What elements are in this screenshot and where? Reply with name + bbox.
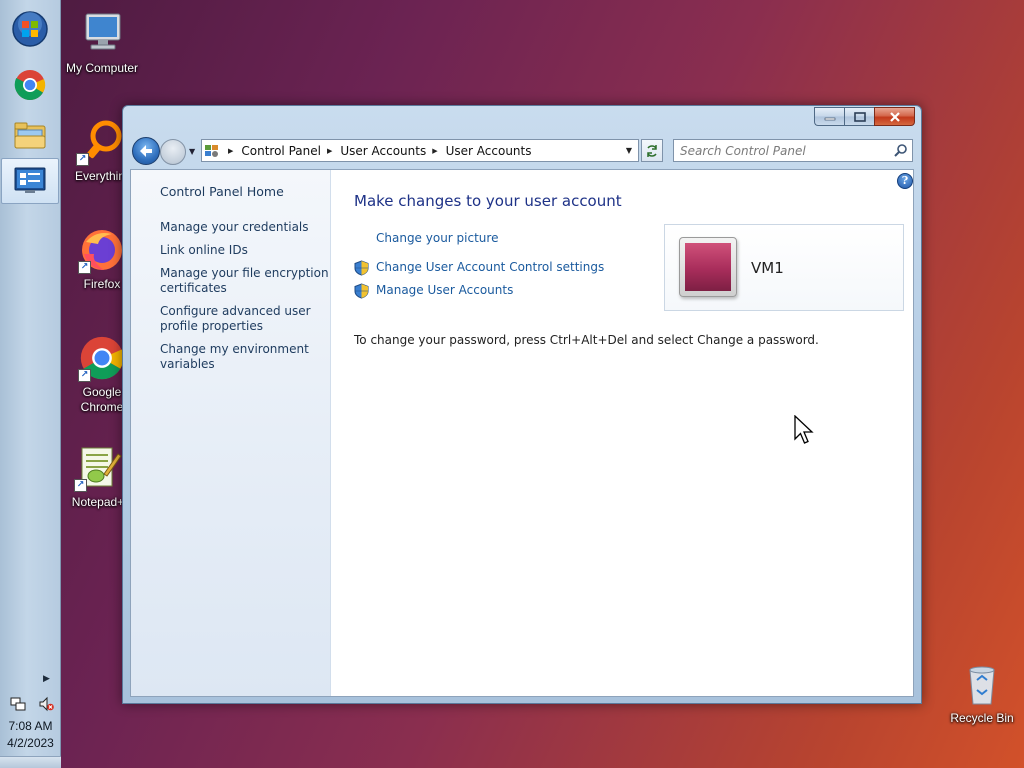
mouse-pointer-icon bbox=[794, 415, 814, 444]
manage-credentials-link[interactable]: Manage your credentials bbox=[160, 220, 330, 235]
maximize-button[interactable] bbox=[844, 107, 874, 126]
file-encryption-certificates-link[interactable]: Manage your file encryption certificates bbox=[160, 266, 330, 296]
taskbar: ▶ 7:08 AM 4/2/2023 bbox=[0, 0, 61, 768]
forward-button[interactable] bbox=[160, 139, 186, 165]
arrow-left-icon bbox=[140, 145, 152, 157]
address-dropdown-button[interactable]: ▼ bbox=[620, 140, 638, 161]
computer-icon bbox=[85, 13, 121, 50]
password-instructions: To change your password, press Ctrl+Alt+… bbox=[354, 333, 819, 347]
clock-date: 4/2/2023 bbox=[7, 736, 54, 750]
taskbar-explorer-button[interactable] bbox=[1, 112, 59, 158]
username: VM1 bbox=[751, 259, 784, 277]
control-panel-icon bbox=[14, 167, 46, 193]
breadcrumb-separator-icon[interactable]: ▶ bbox=[327, 147, 332, 155]
task-pane: Control Panel Home Manage your credentia… bbox=[131, 170, 331, 696]
chrome-icon bbox=[14, 70, 46, 101]
minimize-button[interactable] bbox=[814, 107, 844, 126]
clock-time: 7:08 AM bbox=[8, 719, 53, 733]
control-panel-window: ▼ ▶ Control Panel ▶ User Accounts ▶ User… bbox=[122, 105, 922, 704]
close-button[interactable] bbox=[874, 107, 915, 126]
navigation-bar: ▼ ▶ Control Panel ▶ User Accounts ▶ User… bbox=[131, 136, 913, 166]
shortcut-arrow-icon: ↗ bbox=[78, 369, 91, 382]
system-clock[interactable]: 7:08 AM 4/2/2023 bbox=[0, 718, 61, 752]
search-box bbox=[673, 139, 913, 162]
back-button[interactable] bbox=[132, 137, 160, 165]
network-icon[interactable] bbox=[10, 696, 26, 712]
minimize-icon bbox=[824, 117, 835, 120]
user-account-tile: VM1 bbox=[664, 224, 904, 311]
address-bar[interactable]: ▶ Control Panel ▶ User Accounts ▶ User A… bbox=[201, 139, 639, 162]
breadcrumb-control-panel[interactable]: Control Panel bbox=[241, 144, 321, 158]
breadcrumb-separator-icon[interactable]: ▶ bbox=[228, 147, 233, 155]
search-input[interactable] bbox=[674, 140, 884, 161]
link-label-line2: certificates bbox=[160, 281, 227, 295]
manage-user-accounts-link[interactable]: Manage User Accounts bbox=[376, 283, 513, 297]
environment-variables-link[interactable]: Change my environment variables bbox=[160, 342, 330, 372]
link-label: Change my environment bbox=[160, 342, 309, 356]
link-label: Manage your file encryption bbox=[160, 266, 329, 280]
avatar bbox=[679, 237, 737, 297]
shortcut-arrow-icon: ↗ bbox=[76, 153, 89, 166]
show-desktop-button[interactable] bbox=[0, 756, 61, 768]
refresh-icon bbox=[647, 144, 657, 157]
desktop-icon-my-computer[interactable]: My Computer bbox=[62, 10, 142, 76]
window-controls bbox=[814, 107, 915, 126]
file-explorer-icon bbox=[14, 122, 46, 149]
desktop-icon-recycle-bin[interactable]: Recycle Bin bbox=[942, 660, 1022, 726]
control-panel-small-icon bbox=[202, 140, 222, 161]
recycle-bin-icon bbox=[969, 666, 995, 705]
link-label: Link online IDs bbox=[160, 243, 248, 257]
link-label-line2: profile properties bbox=[160, 319, 263, 333]
recent-pages-button[interactable]: ▼ bbox=[189, 147, 195, 156]
start-orb-icon bbox=[12, 11, 48, 47]
close-icon bbox=[889, 111, 900, 122]
shortcut-arrow-icon: ↗ bbox=[74, 479, 87, 492]
desktop-icon-label: Recycle Bin bbox=[950, 711, 1014, 725]
link-label: Configure advanced user bbox=[160, 304, 311, 318]
taskbar-chrome-button[interactable] bbox=[1, 62, 59, 108]
taskbar-control-panel-button[interactable] bbox=[1, 158, 59, 204]
shortcut-arrow-icon: ↗ bbox=[78, 261, 91, 274]
show-hidden-icons-button[interactable]: ▶ bbox=[43, 674, 50, 684]
breadcrumb-user-accounts-current[interactable]: User Accounts bbox=[446, 144, 532, 158]
control-panel-home-link[interactable]: Control Panel Home bbox=[160, 184, 284, 199]
uac-settings-link[interactable]: Change User Account Control settings bbox=[376, 260, 604, 274]
volume-muted-icon[interactable] bbox=[38, 696, 54, 712]
advanced-profile-properties-link[interactable]: Configure advanced user profile properti… bbox=[160, 304, 330, 334]
link-online-ids-link[interactable]: Link online IDs bbox=[160, 243, 330, 258]
link-label-line2: variables bbox=[160, 357, 215, 371]
help-icon[interactable]: ? bbox=[897, 173, 913, 189]
restore-icon bbox=[853, 111, 866, 122]
desktop-icon-label: My Computer bbox=[65, 61, 139, 75]
user-picture bbox=[685, 243, 731, 291]
start-button[interactable] bbox=[1, 6, 59, 52]
breadcrumb-separator-icon[interactable]: ▶ bbox=[432, 147, 437, 155]
refresh-button[interactable] bbox=[641, 139, 663, 162]
uac-shield-icon bbox=[354, 260, 369, 276]
uac-shield-icon bbox=[354, 283, 369, 299]
page-title: Make changes to your user account bbox=[354, 192, 622, 210]
search-icon[interactable] bbox=[894, 143, 908, 157]
change-picture-link[interactable]: Change your picture bbox=[376, 231, 498, 245]
breadcrumb-user-accounts[interactable]: User Accounts bbox=[340, 144, 426, 158]
link-label: Manage your credentials bbox=[160, 220, 309, 234]
